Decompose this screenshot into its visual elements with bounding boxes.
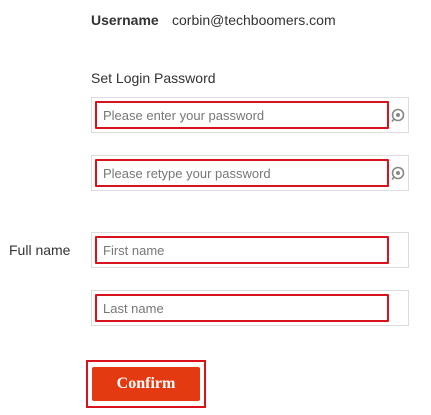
last-name-field-container [91, 290, 409, 326]
full-name-label: Full name [9, 242, 71, 258]
first-name-input[interactable] [95, 236, 389, 264]
eye-toggle-icon[interactable] [391, 108, 405, 122]
username-value: corbin@techboomers.com [172, 12, 336, 28]
eye-toggle-icon[interactable] [391, 166, 405, 180]
retype-password-input[interactable] [95, 159, 389, 187]
last-name-input[interactable] [95, 294, 389, 322]
first-name-field-container [91, 232, 409, 268]
confirm-button-highlight: Confirm [86, 360, 206, 408]
password-section-heading: Set Login Password [91, 70, 216, 86]
password-input[interactable] [95, 101, 389, 129]
password-field-container [91, 97, 409, 133]
username-label: Username [91, 12, 159, 28]
retype-password-field-container [91, 155, 409, 191]
confirm-button[interactable]: Confirm [92, 367, 200, 401]
